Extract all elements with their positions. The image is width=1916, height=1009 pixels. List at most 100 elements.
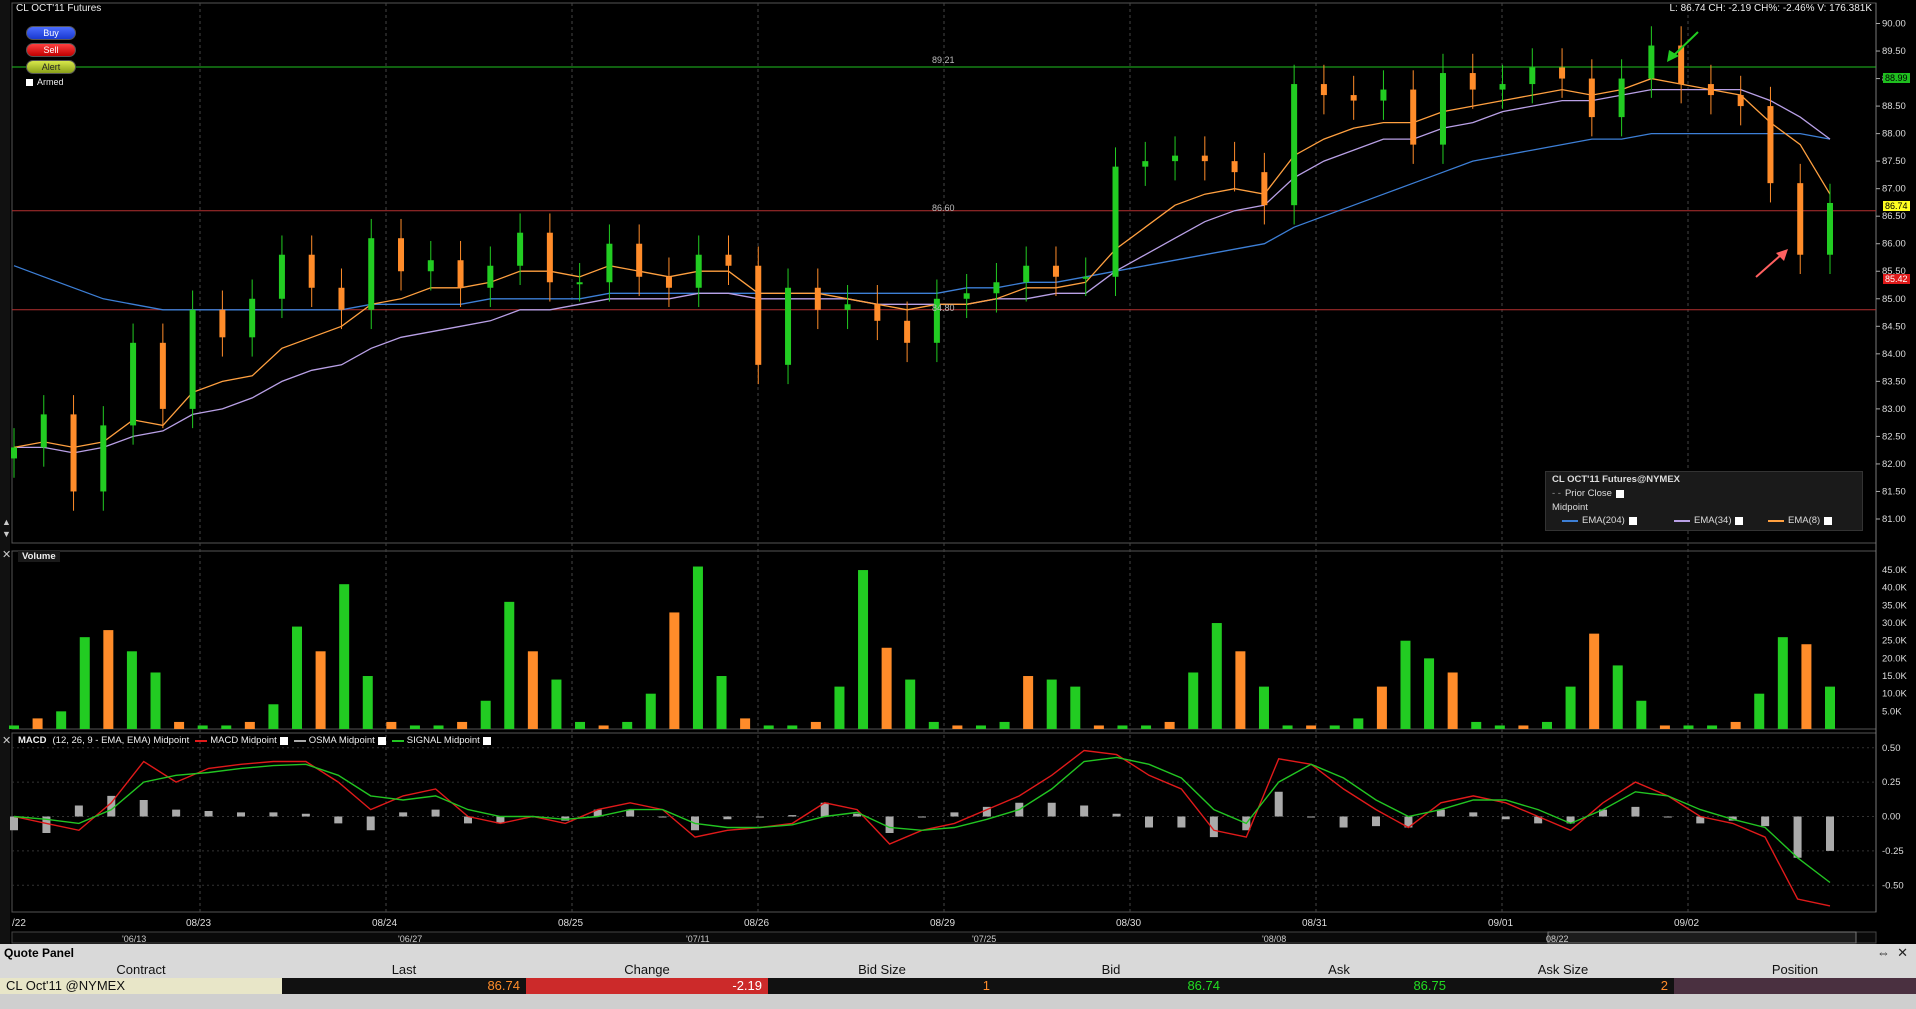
close-icon[interactable]: ✕ (1897, 945, 1908, 961)
volume-bar (292, 626, 303, 729)
candle-body (814, 287, 821, 310)
candle-body (278, 254, 285, 299)
maximize-icon[interactable]: ⇔ (1877, 945, 1890, 960)
volume-bar (1235, 651, 1246, 729)
volume-bar (315, 651, 326, 729)
price-tick-label: 84.00 (1882, 349, 1906, 360)
close-macd-icon[interactable]: ✕ (2, 735, 11, 747)
volume-bar (1518, 725, 1529, 729)
candle-body (249, 298, 256, 338)
volume-bar (1070, 686, 1081, 729)
volume-bar (174, 721, 185, 729)
header-bid-size[interactable]: Bid Size (768, 962, 996, 978)
scroll-down-icon[interactable]: ▼ (2, 529, 11, 539)
price-tick-label: 81.00 (1882, 514, 1906, 525)
cell-change[interactable]: -2.19 (526, 978, 768, 994)
legend-ema8[interactable]: EMA(8) (1768, 515, 1833, 526)
candle-body (487, 265, 494, 288)
volume-bar (1400, 640, 1411, 729)
candle-body (1410, 89, 1417, 145)
cell-bid-size[interactable]: 1 (768, 978, 996, 994)
buy-button[interactable]: Buy (26, 26, 76, 40)
volume-bar (1777, 637, 1788, 729)
checkbox-icon[interactable] (1615, 489, 1624, 498)
legend-ema34[interactable]: EMA(34) (1674, 515, 1744, 526)
macd-tick-label: -0.50 (1882, 880, 1904, 891)
candle-body (338, 287, 345, 310)
osma-bar (431, 809, 440, 817)
osma-bar (788, 815, 797, 817)
legend-prior-close[interactable]: - - Prior Close (1552, 488, 1624, 499)
checkbox-icon[interactable] (279, 736, 288, 745)
macd-legend-signal[interactable]: SIGNAL Midpoint (391, 735, 491, 746)
volume-bar (1541, 721, 1552, 729)
left-splitter[interactable] (0, 0, 10, 944)
volume-bar (1282, 725, 1293, 729)
macd-legend-osma[interactable]: OSMA Midpoint (293, 735, 386, 746)
osma-bar (950, 812, 959, 817)
alert-button[interactable]: Alert (26, 60, 76, 74)
armed-checkbox-box[interactable] (26, 78, 33, 86)
price-tick-label: 86.00 (1882, 239, 1906, 250)
cell-ask[interactable]: 86.75 (1226, 978, 1452, 994)
osma-bar (172, 809, 181, 817)
volume-bar (1589, 633, 1600, 729)
candle-body (1142, 161, 1149, 167)
cell-bid[interactable]: 86.74 (996, 978, 1226, 994)
volume-bar (1825, 686, 1835, 729)
volume-tick-label: 10.0K (1882, 689, 1907, 700)
checkbox-icon[interactable] (377, 736, 386, 745)
scroll-up-icon[interactable]: ▲ (2, 517, 11, 527)
cell-position[interactable] (1674, 978, 1916, 994)
volume-bar (952, 725, 963, 729)
x-tick-label: 08/23 (186, 918, 211, 929)
checkbox-icon[interactable] (1735, 516, 1744, 525)
candle-body (219, 309, 226, 338)
macd-tick-label: -0.25 (1882, 846, 1904, 857)
legend-ema204[interactable]: EMA(204) (1562, 515, 1637, 526)
cell-ask-size[interactable]: 2 (1452, 978, 1674, 994)
header-change[interactable]: Change (526, 962, 768, 978)
candle-body (100, 425, 107, 492)
cell-contract[interactable]: CL Oct'11 @NYMEX (0, 978, 282, 994)
header-position[interactable]: Position (1674, 962, 1916, 978)
close-volume-icon[interactable]: ✕ (2, 549, 11, 561)
overview-tick-label: '07/25 (972, 934, 996, 944)
x-tick-label: 08/26 (744, 918, 769, 929)
hline-label-upper: 89.21 (932, 55, 955, 65)
candle-body (130, 342, 137, 426)
header-ask-size[interactable]: Ask Size (1452, 962, 1674, 978)
volume-bar (622, 721, 633, 729)
sell-button[interactable]: Sell (26, 43, 76, 57)
x-tick-label: 08/24 (372, 918, 397, 929)
volume-tick-label: 5.0K (1882, 706, 1902, 717)
legend-midpoint-label: Midpoint (1552, 502, 1588, 513)
macd-params: (12, 26, 9 - EMA, EMA) Midpoint (52, 735, 190, 746)
macd-line (13, 749, 1831, 907)
volume-bar (905, 679, 916, 729)
header-contract[interactable]: Contract (0, 962, 282, 978)
armed-checkbox[interactable]: Armed (26, 77, 64, 87)
volume-panel-label: Volume (18, 551, 60, 562)
candle-body (1350, 95, 1357, 101)
header-bid[interactable]: Bid (996, 962, 1226, 978)
overview-window[interactable] (1547, 931, 1857, 944)
quote-row[interactable]: CL Oct'11 @NYMEX 86.74 -2.19 1 86.74 86.… (0, 978, 1916, 994)
volume-bar (1730, 721, 1741, 729)
checkbox-icon[interactable] (1628, 516, 1637, 525)
checkbox-icon[interactable] (1824, 516, 1833, 525)
checkbox-icon[interactable] (482, 736, 491, 745)
candle-body (1112, 166, 1119, 277)
ema34-line (14, 88, 1831, 454)
volume-bar (999, 721, 1010, 729)
macd-legend-macd[interactable]: MACD Midpoint (195, 735, 288, 746)
candle-body (1827, 202, 1833, 255)
x-tick-label: 08/31 (1302, 918, 1327, 929)
header-ask[interactable]: Ask (1226, 962, 1452, 978)
volume-bar (1612, 665, 1623, 729)
header-last[interactable]: Last (282, 962, 526, 978)
volume-bar (1707, 725, 1718, 729)
cell-last[interactable]: 86.74 (282, 978, 526, 994)
volume-bar (834, 686, 845, 729)
candle-body (725, 254, 732, 266)
